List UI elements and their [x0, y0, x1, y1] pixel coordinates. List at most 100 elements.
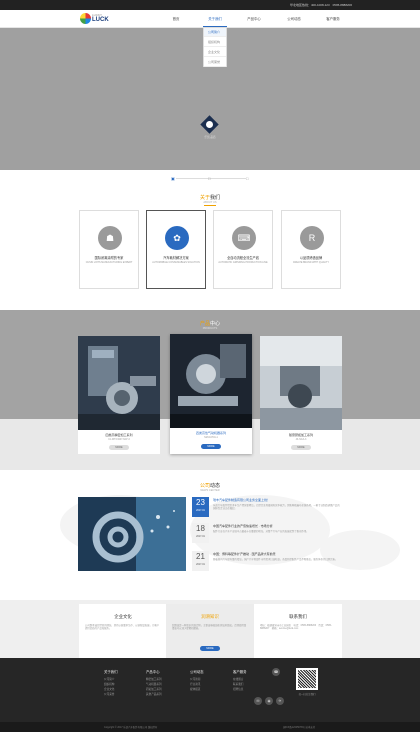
- contact-panel: 联系我们 地址：福建省泉州市工业园区 电话：0595-8888206 传真：05…: [254, 604, 342, 658]
- footer-link[interactable]: 媒体报道: [190, 687, 230, 692]
- lubrication-text: 润滑油是一种复杂的混合物，主要由基础油和添加剂组成，合理使用润滑油可以减少摩擦和…: [172, 624, 247, 631]
- culture-title: 企业文化: [114, 614, 132, 619]
- lubrication-title: 润滑知识: [201, 614, 219, 619]
- product-name: 随意研拓加工系列: [288, 433, 313, 437]
- product-image: [170, 334, 252, 428]
- nav-service[interactable]: 客户服务: [318, 16, 348, 21]
- nav-news[interactable]: 公司动态: [279, 16, 309, 21]
- product-code: SM-NAT01-1: [204, 436, 218, 439]
- nav-products[interactable]: 产品中心: [239, 16, 269, 21]
- network-icon: ✿: [165, 226, 189, 250]
- banner-caption: 乐凯·品质: [204, 136, 216, 139]
- mail-icon[interactable]: ✉: [254, 697, 262, 705]
- nav-about[interactable]: 关于我们: [200, 16, 230, 21]
- about-card-subtitle: AUTOMATIC GRINDING PRODUCTION LINE: [218, 261, 268, 264]
- footer-col-products: 产品中心 精密加工系列 气动机器系列 研拓加工系列 其他产品系列: [146, 669, 186, 697]
- news-summary: 随着国内汽车保有量的增加，国产汽车零部件市场需求日益旺盛，各类新型配件产品不断推…: [213, 558, 338, 561]
- products-title: 产品中心: [199, 321, 221, 327]
- news-date: 23 2017-01: [192, 497, 209, 517]
- news-title: 公司动态: [199, 483, 221, 489]
- footer-col-about: 关于我们 公司简介 组织机构 企业文化 公司荣誉: [104, 669, 144, 697]
- footer-heading: 公司动态: [190, 670, 204, 674]
- product-image: [260, 336, 342, 430]
- news-image[interactable]: [78, 497, 186, 571]
- news-title[interactable]: 瑞丰汽车配件制造有限公司业务全面上线！: [213, 498, 341, 502]
- dropdown-item[interactable]: 公司简介: [204, 28, 226, 37]
- dropdown-item[interactable]: 组织机构: [204, 38, 226, 47]
- slider-dot-2[interactable]: □: [208, 176, 210, 181]
- more-button[interactable]: MORE: [109, 445, 129, 450]
- footer-link[interactable]: 其他产品系列: [146, 692, 186, 697]
- about-card-solution[interactable]: ✿ 汽车耗材解决方案 AUTOMOBILE CONSUMABLES SOLUTI…: [146, 210, 206, 289]
- more-button[interactable]: MORE: [291, 445, 311, 450]
- about-card-title: 汽车耗材解决方案: [163, 256, 189, 260]
- phone-icon[interactable]: ☎: [272, 668, 280, 676]
- lubrication-panel: 润滑知识 润滑油是一种复杂的混合物，主要由基础油和添加剂组成，合理使用润滑油可以…: [166, 604, 254, 658]
- product-code: CJ-MT3-W07-N07-3: [108, 438, 130, 441]
- about-card-brand[interactable]: R 以品质缔造品牌 CREATE BRAND WITH QUALITY: [281, 210, 341, 289]
- share-icon[interactable]: ✈: [276, 697, 284, 705]
- header: LUCKY LUCK 首页 关于我们 产品中心 公司动态 客户服务: [0, 10, 420, 28]
- machine-icon: ⌨: [232, 226, 256, 250]
- contact-title: 联系我们: [289, 614, 307, 619]
- about-card-title: 以品质缔造品牌: [299, 256, 323, 260]
- slider-dot-1[interactable]: ▣: [171, 176, 175, 181]
- about-dropdown: 公司简介 组织机构 企业文化 公司荣誉: [203, 27, 227, 67]
- footer-col-news: 公司动态 公司新闻 行业资讯 媒体报道: [190, 669, 230, 692]
- more-button[interactable]: MORE: [201, 444, 221, 449]
- banner-logo-icon: 乐凯·品质: [200, 115, 220, 142]
- logo-text: LUCK: [92, 17, 109, 23]
- about-card-subtitle: CUSIN LINTS MANUFACTURING EXPERT: [85, 261, 133, 264]
- qr-code: [296, 668, 318, 690]
- about-card-subtitle: CREATE BRAND WITH QUALITY: [292, 261, 330, 264]
- product-name: 四类高性气动机器系列: [195, 431, 226, 435]
- registered-icon: R: [300, 226, 324, 250]
- logo[interactable]: LUCKY LUCK: [80, 12, 109, 26]
- news-subtitle: NEWS CENTER: [200, 489, 220, 492]
- product-card[interactable]: 四类高性气动机器系列 SM-NAT01-1 MORE: [170, 334, 252, 454]
- culture-text: 公司秉承诚信经营的理念，坚持以质量求生存、以创新谋发展，为客户提供优质的产品和服…: [85, 624, 160, 631]
- slider-dot-3[interactable]: □: [246, 176, 248, 181]
- footer-heading: 客户服务: [233, 670, 247, 674]
- footer-link[interactable]: 公司荣誉: [104, 692, 144, 697]
- culture-panel: 企业文化 公司秉承诚信经营的理念，坚持以质量求生存、以创新谋发展，为客户提供优质…: [79, 604, 167, 658]
- copyright-text: Copyright © 2017 乐凯汽车配件有限公司 版权所有: [104, 726, 158, 729]
- footer-col-service: 客户服务 在线留言 联系我们 招聘信息: [233, 669, 273, 692]
- footer-heading: 产品中心: [146, 670, 160, 674]
- wechat-icon[interactable]: ◉: [265, 697, 273, 705]
- top-bar: 华北地区热线：400-1008-123 0595-8888206: [0, 0, 420, 10]
- about-card-expert[interactable]: ☗ 国际闭离涂附的专家 CUSIN LINTS MANUFACTURING EX…: [79, 210, 139, 289]
- news-date: 21 2017-01: [192, 551, 209, 571]
- lubrication-more-button[interactable]: MORE: [200, 646, 220, 651]
- product-name: 四类高精密加工系列: [105, 433, 133, 437]
- about-card-subtitle: AUTOMOBILE CONSUMABLES SOLUTION: [152, 261, 200, 264]
- contact-text: 地址：福建省泉州市工业园区 电话：0595-8888206 传真：0595-88…: [260, 624, 332, 631]
- news-item[interactable]: 23 2017-01 瑞丰汽车配件制造有限公司业务全面上线！ 乐凯汽车配件经历多年…: [192, 497, 342, 520]
- news-item[interactable]: 21 2017-01 中国：博科等配件扩产推动 · 国产品牌大有前景 随着国内汽车…: [192, 551, 342, 574]
- record-text: 闽ICP备12345678号 技术支持: [283, 726, 316, 729]
- footer-link[interactable]: 招聘信息: [233, 687, 273, 692]
- product-card[interactable]: 四类高精密加工系列 CJ-MT3-W07-N07-3 MORE: [78, 336, 160, 454]
- news-title[interactable]: 中国：博科等配件扩产推动 · 国产品牌大有前景: [213, 552, 341, 556]
- products-subtitle: PRODUCTS: [202, 327, 218, 330]
- slider-track: [176, 178, 246, 179]
- about-title-underline: [204, 205, 216, 206]
- dropdown-item[interactable]: 公司荣誉: [204, 58, 226, 67]
- news-item[interactable]: 18 2017-01 中国汽车配件行业的产值快速增长 · 市场分析 配件行业在汽车…: [192, 523, 342, 546]
- news-summary: 配件行业在汽车产业链中占据着十分重要的地位，对整个汽车产业的发展起到了推动作用。: [213, 530, 309, 533]
- about-subtitle: ABOUT US: [203, 201, 217, 204]
- about-title: 关于我们: [199, 195, 221, 201]
- user-icon: ☗: [98, 226, 122, 250]
- about-card-title: 国际闭离涂附的专家: [94, 256, 124, 260]
- copyright-bar: Copyright © 2017 乐凯汽车配件有限公司 版权所有 闽ICP备12…: [0, 722, 420, 732]
- news-summary: 乐凯汽车配件经历多年生产经营积累后，已经完全具备国际竞争能力，销售网络遍布全国各…: [213, 504, 340, 511]
- product-code: JK-NCA-3: [295, 438, 307, 441]
- about-card-title: 全自动流程全流生产线: [227, 256, 259, 260]
- nav-home[interactable]: 首页: [161, 16, 191, 21]
- product-card[interactable]: 随意研拓加工系列 JK-NCA-3 MORE: [260, 336, 342, 454]
- footer-heading: 关于我们: [104, 670, 118, 674]
- about-card-production[interactable]: ⌨ 全自动流程全流生产线 AUTOMATIC GRINDING PRODUCTI…: [213, 210, 273, 289]
- dropdown-item[interactable]: 企业文化: [204, 48, 226, 57]
- news-title[interactable]: 中国汽车配件行业的产值快速增长 · 市场分析: [213, 524, 341, 528]
- product-image: [78, 336, 160, 430]
